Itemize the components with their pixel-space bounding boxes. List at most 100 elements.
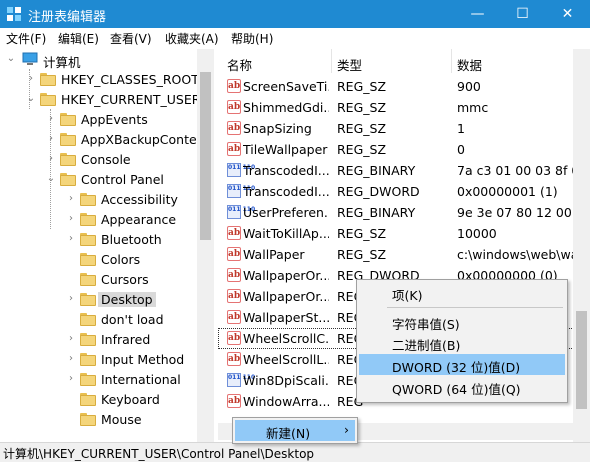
- tree-label: don't load: [101, 312, 164, 327]
- value-type: REG_SZ: [337, 100, 387, 115]
- value-name: WallPaper: [243, 247, 305, 262]
- value-row[interactable]: 011 110 TranscodedI... REG_DWORD 0x00000001…: [218, 181, 590, 202]
- close-button[interactable]: ✕: [545, 0, 590, 28]
- folder-icon: [80, 393, 96, 407]
- submenu-arrow-icon: ›: [344, 422, 349, 437]
- column-header-name[interactable]: 名称: [227, 55, 252, 74]
- value-row[interactable]: ab ShimmedGdi... REG_SZ mmc: [218, 97, 590, 118]
- menu-file[interactable]: 文件(F): [6, 30, 46, 47]
- binary-value-icon: 011 110: [227, 373, 255, 387]
- regedit-app-icon: [7, 7, 21, 21]
- context-menu: 新建(N) ›: [232, 417, 358, 444]
- value-data: 9e 3e 07 80 12 00 0: [457, 205, 584, 220]
- menu-item-binary-value[interactable]: 二进制值(B): [392, 335, 460, 354]
- folder-icon: [40, 93, 56, 107]
- menu-favorites[interactable]: 收藏夹(A): [165, 30, 219, 47]
- value-type: REG_SZ: [337, 121, 387, 136]
- folder-icon: [80, 353, 96, 367]
- value-name: TileWallpaper: [243, 142, 328, 157]
- menu-separator: [387, 307, 563, 308]
- tree-label: HKEY_CURRENT_USER: [61, 92, 201, 107]
- folder-icon: [80, 273, 96, 287]
- menu-item-string-value[interactable]: 字符串值(S): [392, 314, 460, 333]
- value-name: SnapSizing: [243, 121, 312, 136]
- chevron-down-icon[interactable]: ⌄: [46, 173, 56, 185]
- string-value-icon: ab: [227, 394, 241, 408]
- window-title: 注册表编辑器: [28, 10, 107, 25]
- column-header-data[interactable]: 数据: [457, 55, 482, 74]
- column-header-type[interactable]: 类型: [337, 55, 362, 74]
- tree-label: Bluetooth: [101, 232, 162, 247]
- folder-icon: [40, 73, 56, 87]
- value-data: 10000: [457, 226, 497, 241]
- no-expand-icon: [66, 273, 76, 285]
- value-row[interactable]: ab WallPaper REG_SZ c:\windows\web\wa: [218, 244, 590, 265]
- chevron-down-icon[interactable]: ⌄: [26, 93, 36, 105]
- column-divider[interactable]: [451, 49, 452, 73]
- menu-bar: 文件(F) 编辑(E) 查看(V) 收藏夹(A) 帮助(H): [0, 28, 590, 49]
- value-row[interactable]: ab SnapSizing REG_SZ 1: [218, 118, 590, 139]
- menu-view[interactable]: 查看(V): [110, 30, 152, 47]
- value-data: 7a c3 01 00 03 8f 09: [457, 163, 587, 178]
- folder-icon: [80, 293, 96, 307]
- column-divider[interactable]: [331, 49, 332, 73]
- menu-edit[interactable]: 编辑(E): [58, 30, 99, 47]
- chevron-right-icon[interactable]: ›: [46, 153, 56, 165]
- string-value-icon: ab: [227, 247, 241, 261]
- folder-icon: [80, 313, 96, 327]
- tree-scroll-thumb[interactable]: [200, 72, 211, 240]
- value-name: WallpaperOr...: [243, 268, 329, 283]
- folder-icon: [80, 213, 96, 227]
- menu-item-qword-value[interactable]: QWORD (64 位)值(Q): [392, 379, 521, 398]
- tree-label: Appearance: [101, 212, 177, 227]
- chevron-right-icon[interactable]: ›: [66, 293, 76, 305]
- chevron-down-icon[interactable]: ⌄: [6, 53, 16, 65]
- menu-item-key[interactable]: 项(K): [392, 285, 422, 304]
- tree-label: Mouse: [101, 412, 142, 427]
- chevron-right-icon[interactable]: ›: [66, 213, 76, 225]
- menu-item-dword-value[interactable]: DWORD (32 位)值(D): [392, 357, 520, 376]
- folder-icon: [80, 253, 96, 267]
- value-name: WallpaperOr...: [243, 289, 329, 304]
- tree-label: Desktop: [98, 292, 156, 307]
- chevron-right-icon[interactable]: ›: [46, 113, 56, 125]
- new-submenu: 项(K) 字符串值(S) 二进制值(B) DWORD (32 位)值(D) QW…: [356, 279, 568, 403]
- value-data: mmc: [457, 100, 489, 115]
- value-name: ScreenSaveTi...: [243, 79, 329, 94]
- value-name: WindowArra...: [243, 394, 329, 409]
- chevron-right-icon[interactable]: ›: [66, 193, 76, 205]
- value-type: REG_BINARY: [337, 163, 416, 178]
- tree-label: Infrared: [101, 332, 151, 347]
- folder-icon: [80, 233, 96, 247]
- no-expand-icon: [66, 253, 76, 265]
- chevron-right-icon[interactable]: ›: [66, 373, 76, 385]
- minimize-button[interactable]: —: [455, 0, 500, 28]
- value-name: WheelScrollL...: [243, 352, 329, 367]
- no-expand-icon: [66, 393, 76, 405]
- maximize-button[interactable]: ☐: [500, 0, 545, 28]
- binary-value-icon: 011 110: [227, 184, 255, 198]
- menu-item-new[interactable]: 新建(N): [266, 423, 310, 442]
- value-name: TranscodedI...: [243, 163, 329, 178]
- computer-icon: [22, 52, 38, 65]
- minimize-icon: —: [470, 6, 485, 22]
- tree-label: AppEvents: [81, 112, 148, 127]
- value-row[interactable]: ab WaitToKillAp... REG_SZ 10000: [218, 223, 590, 244]
- folder-icon: [60, 133, 76, 147]
- chevron-right-icon[interactable]: ›: [46, 133, 56, 145]
- value-row[interactable]: ab TileWallpaper REG_SZ 0: [218, 139, 590, 160]
- chevron-right-icon[interactable]: ›: [66, 353, 76, 365]
- chevron-right-icon[interactable]: ›: [26, 73, 36, 85]
- chevron-right-icon[interactable]: ›: [66, 233, 76, 245]
- string-value-icon: ab: [227, 352, 241, 366]
- value-row[interactable]: 011 110 UserPreferen... REG_BINARY 9e 3e 07…: [218, 202, 590, 223]
- tree-label: Colors: [101, 252, 141, 267]
- tree-guide-line: [50, 109, 51, 229]
- value-row[interactable]: 011 110 TranscodedI... REG_BINARY 7a c3 01 …: [218, 160, 590, 181]
- tree-label: HKEY_CLASSES_ROOT: [61, 72, 199, 87]
- menu-help[interactable]: 帮助(H): [231, 30, 273, 47]
- list-scroll-thumb[interactable]: [576, 311, 587, 409]
- chevron-right-icon[interactable]: ›: [66, 333, 76, 345]
- value-row[interactable]: abScreenSaveTi... REG_SZ 900: [218, 76, 590, 97]
- key-tree[interactable]: ⌄ 计算机 › HKEY_CLASSES_ROOT ⌄ HKEY_CURRENT_US…: [0, 49, 214, 442]
